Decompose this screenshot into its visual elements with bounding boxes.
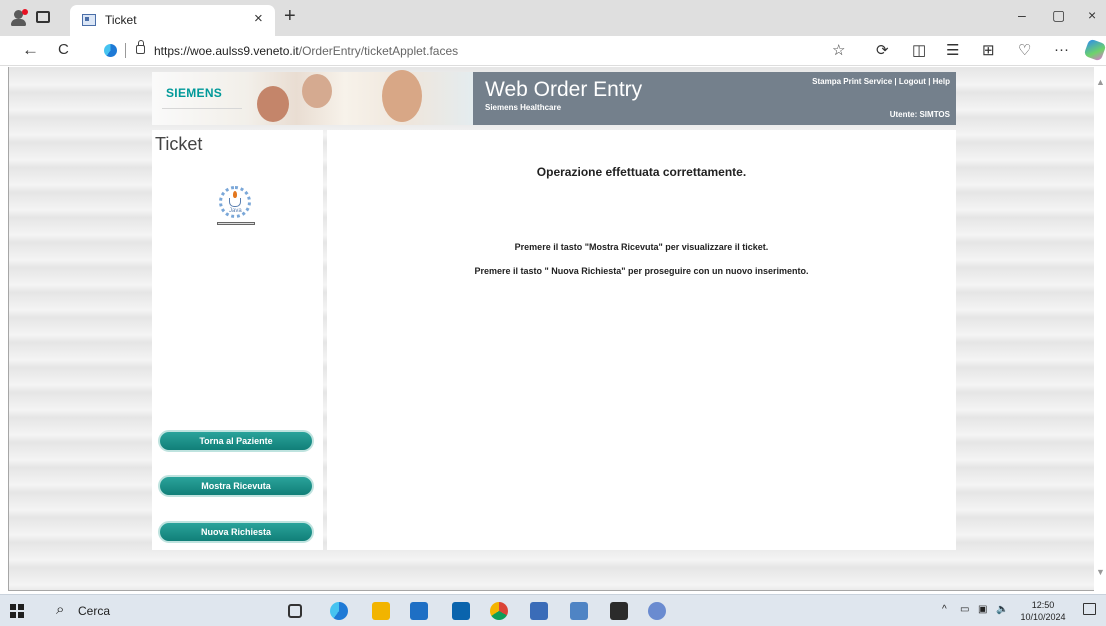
new-tab-button[interactable]: + [284,5,296,28]
volume-icon[interactable]: 🔈 [996,604,1008,615]
print-service-link[interactable]: Stampa Print Service [812,77,892,86]
url-text[interactable]: https://woe.aulss9.veneto.it/OrderEntry/… [154,44,458,58]
lock-icon[interactable] [136,40,145,54]
siemens-logo: SIEMENS [166,86,223,100]
store-icon[interactable] [410,602,428,620]
divider [125,43,126,58]
header-banner: SIEMENS Web Order Entry Siemens Healthca… [152,70,956,125]
left-panel: Ticket Java Torna al Paziente Mostra Ric… [152,130,323,550]
doctor-image [257,86,289,122]
browser-toolbar: ← C https://woe.aulss9.veneto.it/OrderEn… [0,36,1106,66]
header-links: Stampa Print Service | Logout | Help [812,77,950,86]
battery-icon[interactable]: ▭ [960,604,969,615]
edge-icon [104,44,117,57]
clock-time: 12:50 [1031,600,1055,610]
link-separator: | [925,77,933,86]
url-host: https://woe.aulss9.veneto.it [154,44,299,58]
success-message: Operazione effettuata correttamente. [536,165,747,179]
panel-title: Ticket [155,134,203,154]
image-viewer-icon[interactable] [570,602,588,620]
app-subtitle: Siemens Healthcare [485,103,562,112]
copilot-icon[interactable] [1083,38,1106,62]
current-user: Utente: SIMTOS [889,110,950,119]
remote-desktop-icon[interactable] [530,602,548,620]
instruction-receipt: Premere il tasto "Mostra Ricevuta" per v… [514,242,769,252]
file-explorer-icon[interactable] [372,602,390,620]
edge-taskbar-icon[interactable] [330,602,348,620]
taskbar-search[interactable]: Cerca [78,604,110,618]
mail-icon[interactable] [452,602,470,620]
browser-tab-strip: Ticket × + – ▢ × [0,0,1106,36]
profile-icon[interactable] [10,9,28,27]
main-panel: Operazione effettuata correttamente. Pre… [327,130,956,550]
address-bar[interactable]: https://woe.aulss9.veneto.it/OrderEntry/… [96,38,856,64]
app-title: Web Order Entry [485,78,643,101]
java-applet-loading-icon: Java [215,184,257,234]
link-separator: | [892,77,899,86]
page-favicon-icon [82,14,96,26]
restore-button[interactable]: ▢ [1052,7,1065,24]
tray-chevron-icon[interactable]: ^ [942,604,947,615]
url-path: /OrderEntry/ticketApplet.faces [298,44,459,58]
taskbar-clock[interactable]: 12:50 10/10/2024 [1018,599,1068,623]
browser-essentials-icon[interactable]: ♡ [1018,41,1031,59]
more-options-icon[interactable]: ··· [1054,41,1069,58]
terminal-icon[interactable] [610,602,628,620]
extensions-icon[interactable]: ⟳ [876,41,889,59]
notifications-icon[interactable] [1083,603,1096,615]
windows-start-icon[interactable] [10,604,24,618]
page-scrollbar[interactable]: ▲ ▼ [1094,67,1106,591]
help-link[interactable]: Help [933,77,950,86]
task-view-icon[interactable] [288,604,302,618]
loading-progress-bar [217,222,255,225]
back-icon[interactable]: ← [22,40,39,60]
new-request-button[interactable]: Nuova Richiesta [158,521,314,543]
tab-actions-icon[interactable] [36,11,50,23]
favorites-list-icon[interactable]: ☰ [946,41,959,59]
instruction-new-request: Premere il tasto " Nuova Richiesta" per … [474,266,809,276]
patient-image [302,74,332,108]
show-receipt-button[interactable]: Mostra Ricevuta [158,475,314,497]
logout-link[interactable]: Logout [899,77,926,86]
tab-title: Ticket [105,13,137,27]
chrome-icon[interactable] [490,602,508,620]
tab-close-icon[interactable]: × [254,10,263,27]
scroll-up-icon[interactable]: ▲ [1096,77,1105,87]
nurse-image [382,70,422,122]
back-to-patient-button[interactable]: Torna al Paziente [158,430,314,452]
refresh-icon[interactable]: C [58,41,69,58]
favorite-star-icon[interactable]: ☆ [832,41,845,59]
page-viewport: SIEMENS Web Order Entry Siemens Healthca… [0,67,1106,593]
minimize-button[interactable]: – [1018,7,1026,23]
java-label: Java [229,208,242,214]
browser-tab-ticket[interactable]: Ticket × [70,5,275,36]
window-close-button[interactable]: × [1088,7,1096,23]
search-icon[interactable]: ⌕ [56,601,64,618]
header-title-area: Web Order Entry Siemens Healthcare Stamp… [473,72,956,125]
split-screen-icon[interactable]: ◫ [912,41,926,59]
divider [162,108,242,109]
windows-taskbar: ⌕ Cerca ^ ▭ ▣ 🔈 12:50 10/10/2024 [0,594,1106,626]
network-icon[interactable]: ▣ [978,604,987,615]
clock-date: 10/10/2024 [1020,612,1066,622]
scroll-down-icon[interactable]: ▼ [1096,567,1105,577]
paint-icon[interactable] [648,602,666,620]
collections-icon[interactable]: ⊞ [982,41,995,59]
